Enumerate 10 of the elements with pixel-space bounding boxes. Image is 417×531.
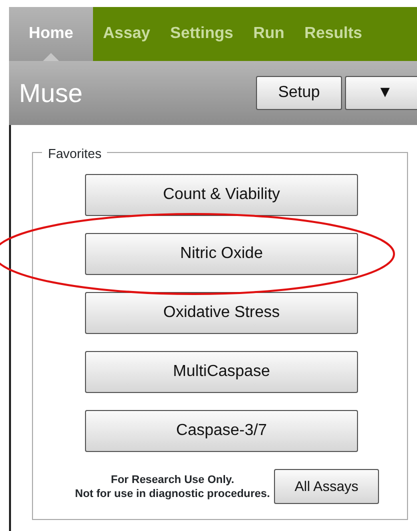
menu-button[interactable]: ▼ [345,76,417,110]
assay-button[interactable]: MultiCaspase [85,351,358,393]
assay-button[interactable]: Count & Viability [85,174,358,216]
setup-button[interactable]: Setup [256,76,342,110]
assay-button[interactable]: Oxidative Stress [85,292,358,334]
app-title: Muse [18,76,84,110]
assay-button[interactable]: Caspase-3/7 [85,410,358,452]
assay-button[interactable]: Nitric Oxide [85,233,358,275]
all-assays-button[interactable]: All Assays [274,469,379,504]
research-notice: For Research Use Only. Not for use in diagnostic procedures. [75,472,270,500]
